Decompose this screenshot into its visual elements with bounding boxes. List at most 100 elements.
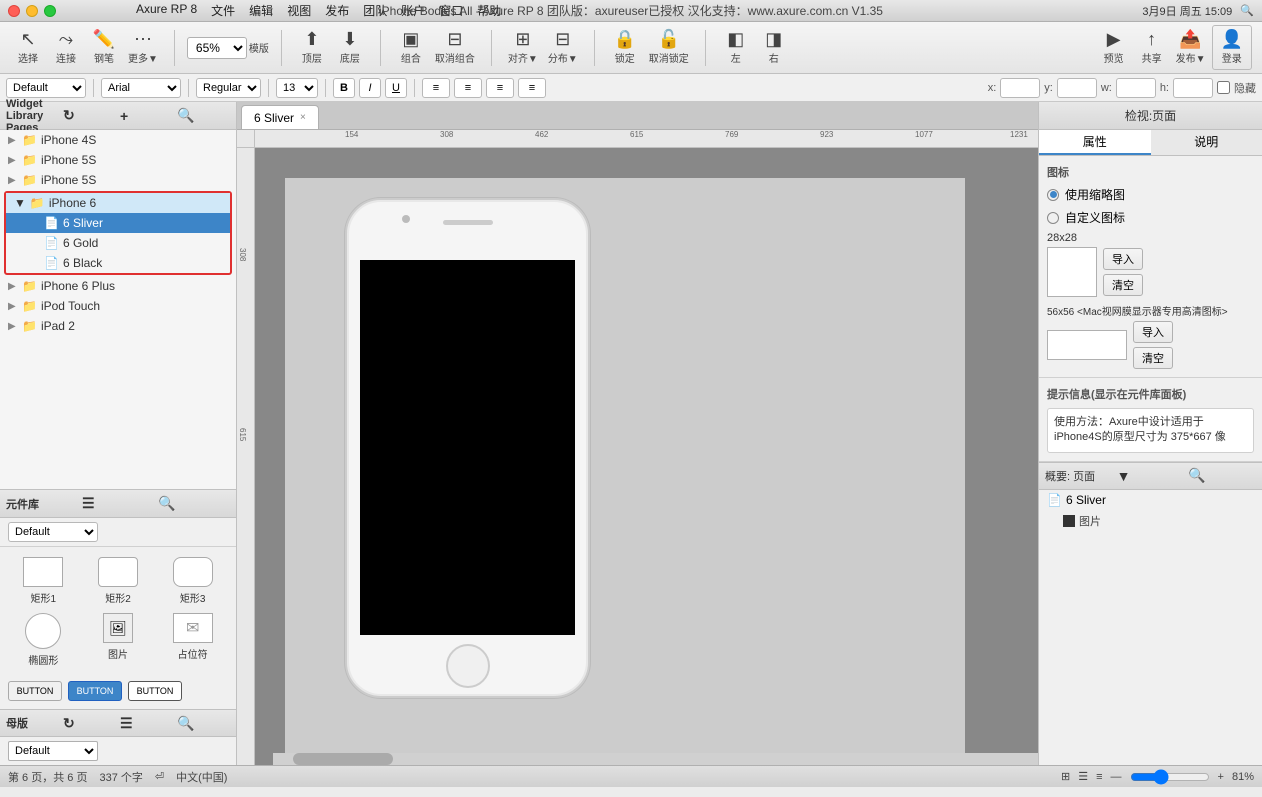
tree-item-iphone6plus[interactable]: ▶ 📁 iPhone 6 Plus [0,276,236,296]
tree-item-ipodtouch[interactable]: ▶ 📁 iPod Touch [0,296,236,316]
w-input[interactable] [1116,78,1156,98]
style-selector[interactable]: Default [6,78,86,98]
tree-item-6sliver[interactable]: 📄 6 Sliver [6,213,230,233]
pen-tool[interactable]: ✏️ 钢笔 [86,28,122,67]
close-button[interactable] [8,5,20,17]
tree-item-iphone5s2[interactable]: ▶ 📁 iPhone 5S [0,170,236,190]
status-icon-3[interactable]: ≡ [1096,771,1102,783]
filter-icon[interactable]: ▼ [1117,468,1185,484]
zoom-selector[interactable]: 65% 100% [187,37,247,59]
import-28-btn[interactable]: 导入 [1103,248,1143,270]
publish-btn[interactable]: 📤 发布▼ [1172,28,1210,67]
share-btn[interactable]: ↑ 共享 [1134,28,1170,67]
align-left-btn[interactable]: ≡ [422,78,450,98]
comp-item-rect3[interactable]: 矩形3 [159,557,226,605]
x-input[interactable] [1000,78,1040,98]
notes-tab[interactable]: 说明 [1151,130,1262,155]
minimize-button[interactable] [26,5,38,17]
icon-56-controls: 导入 清空 [1047,321,1254,369]
import-56-btn[interactable]: 导入 [1133,321,1173,343]
font-size-selector[interactable]: 13 [276,78,318,98]
comp-item-ellipse[interactable]: 椭圆形 [10,613,77,667]
btn-outlined[interactable]: BUTTON [128,681,182,701]
traffic-lights[interactable] [8,5,56,17]
h-input[interactable] [1173,78,1213,98]
props-tab[interactable]: 属性 [1039,130,1151,155]
master-bar-icon2[interactable]: ☰ [120,715,173,732]
unlock-btn[interactable]: 🔓 取消锁定 [645,28,693,67]
word-wrap-icon[interactable]: ⏎ [155,770,164,783]
top-layer-btn[interactable]: ⬆ 顶层 [294,28,330,67]
align-justify-btn[interactable]: ≡ [518,78,546,98]
comp-item-rect1[interactable]: 矩形1 [10,557,77,605]
align-right-btn[interactable]: ≡ [486,78,514,98]
comp-lib-menu-icon[interactable]: ☰ [82,495,154,512]
bold-btn[interactable]: B [333,78,355,98]
right-btn[interactable]: ◨ 右 [756,28,792,67]
left-btn[interactable]: ◧ 左 [718,28,754,67]
font-weight-selector[interactable]: Regular [196,78,261,98]
widget-lib-search-icon[interactable]: 🔍 [177,107,230,124]
tree-item-6gold[interactable]: 📄 6 Gold [6,233,230,253]
search-icon[interactable]: 🔍 [1240,4,1254,17]
icon-option-thumbnail[interactable]: 使用缩略图 [1047,186,1254,203]
maximize-button[interactable] [44,5,56,17]
zoom-slider[interactable] [1130,769,1210,785]
scrollbar-thumb-h[interactable] [293,753,393,765]
pen-icon: ✏️ [93,30,115,48]
y-input[interactable] [1057,78,1097,98]
tree-item-ipad2[interactable]: ▶ 📁 iPad 2 [0,316,236,336]
overview-search-icon[interactable]: 🔍 [1188,467,1256,484]
italic-btn[interactable]: I [359,78,381,98]
tree-item-iphone4s[interactable]: ▶ 📁 iPhone 4S [0,130,236,150]
comp-style-selector[interactable]: Default [8,522,98,542]
active-tab[interactable]: 6 Sliver × [241,105,319,129]
comp-item-image[interactable]: 🖼 图片 [85,613,152,667]
ungroup-btn[interactable]: ⊟ 取消组合 [431,28,479,67]
hide-checkbox[interactable] [1217,81,1230,94]
status-icon-1[interactable]: ⊞ [1061,770,1070,783]
menu-publish[interactable]: 发布 [325,2,349,19]
widget-lib-add-icon[interactable]: + [120,108,173,124]
btn-blue[interactable]: BUTTON [68,681,122,701]
scrollbar-horizontal[interactable] [273,753,1038,765]
align-btn[interactable]: ⊞ 对齐▼ [504,28,542,67]
tab-close-icon[interactable]: × [300,112,306,123]
ellipse-label: 椭圆形 [28,652,58,667]
align-center-btn[interactable]: ≡ [454,78,482,98]
lock-btn[interactable]: 🔒 锁定 [607,28,643,67]
more-tool[interactable]: ⋯ 更多▼ [124,28,162,67]
bottom-layer-btn[interactable]: ⬇ 底层 [332,28,368,67]
master-bar-search-icon[interactable]: 🔍 [177,715,230,732]
connect-tool[interactable]: ⤳ 连接 [48,28,84,67]
comp-lib-search-icon[interactable]: 🔍 [158,495,230,512]
group-btn[interactable]: ▣ 组合 [393,28,429,67]
toolbar-layer-group: ⬆ 顶层 ⬇ 底层 [290,28,372,67]
radio-custom[interactable] [1047,212,1059,224]
preview-btn[interactable]: ▶ 预览 [1096,28,1132,67]
comp-item-placeholder[interactable]: ✉ 占位符 [159,613,226,667]
menu-view[interactable]: 视图 [287,2,311,19]
distribute-btn[interactable]: ⊟ 分布▼ [544,28,582,67]
menu-file[interactable]: 文件 [211,2,235,19]
widget-lib-refresh-icon[interactable]: ↻ [63,107,116,124]
tree-item-iphone6[interactable]: ▼ 📁 iPhone 6 [6,193,230,213]
comp-item-rect2[interactable]: 矩形2 [85,557,152,605]
font-selector[interactable]: Arial [101,78,181,98]
menu-edit[interactable]: 编辑 [249,2,273,19]
zoom-plus-icon[interactable]: + [1218,771,1224,783]
btn-default[interactable]: BUTTON [8,681,62,701]
zoom-minus-icon[interactable]: — [1111,771,1122,783]
underline-btn[interactable]: U [385,78,407,98]
master-style-selector[interactable]: Default [8,741,98,761]
login-btn[interactable]: 👤 登录 [1212,25,1252,70]
select-tool[interactable]: ↖ 选择 [10,28,46,67]
icon-option-custom[interactable]: 自定义图标 [1047,209,1254,226]
clear-56-btn[interactable]: 清空 [1133,347,1173,369]
radio-thumbnail[interactable] [1047,189,1059,201]
clear-28-btn[interactable]: 清空 [1103,274,1143,296]
tree-item-iphone5s1[interactable]: ▶ 📁 iPhone 5S [0,150,236,170]
master-bar-icon1[interactable]: ↻ [63,715,116,732]
tree-item-6black[interactable]: 📄 6 Black [6,253,230,273]
status-icon-2[interactable]: ☰ [1078,770,1088,783]
